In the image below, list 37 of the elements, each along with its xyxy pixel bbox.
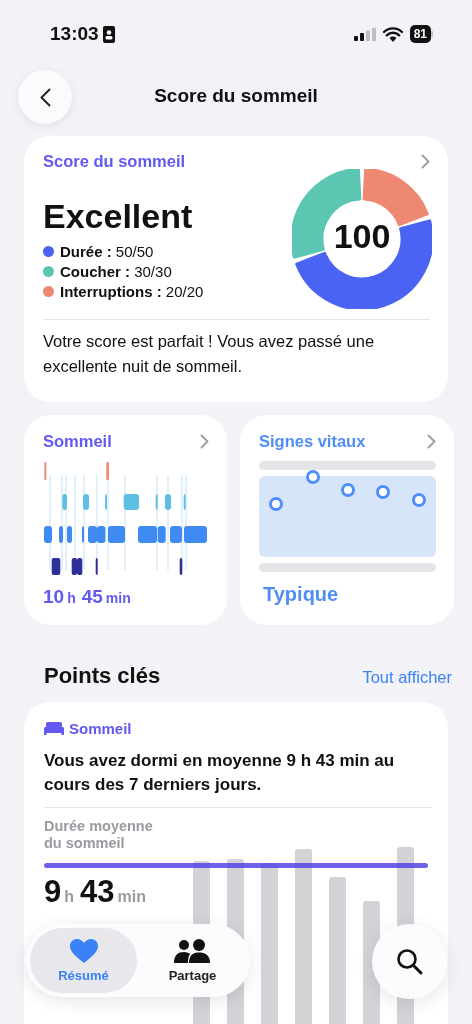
highlight-text: Vous avez dormi en moyenne 9 h 43 min au cours des 7 derniers jours. (44, 750, 396, 796)
signal-icon (353, 27, 376, 41)
heart-icon (69, 938, 98, 964)
chevron-icon (427, 434, 436, 449)
card-title: Score du sommeil (43, 152, 186, 171)
id-card-icon (102, 25, 115, 43)
search-icon (395, 947, 424, 976)
legend-label: Durée : 50/50 (60, 241, 154, 262)
show-all-link[interactable]: Tout afficher (362, 668, 452, 687)
status-time: 13:03 (50, 23, 99, 45)
average-duration: 9 h 43 min (44, 874, 147, 910)
score-rating: Excellent (43, 196, 194, 236)
sleep-card[interactable]: Sommeil 10 h 45 min (24, 415, 227, 625)
tab[interactable]: Résumé (30, 928, 137, 993)
legend-label: Interruptions : 20/20 (60, 281, 204, 302)
category-label: Sommeil (69, 720, 132, 737)
card-title: Sommeil (43, 432, 112, 451)
bed-icon (44, 722, 64, 735)
sleep-duration: 10 h 45 min (43, 586, 132, 608)
section-title: Points clés (44, 663, 161, 689)
card-title: Signes vitaux (259, 432, 366, 451)
vitals-card[interactable]: Signes vitaux Typique (240, 415, 454, 625)
back-icon (39, 87, 51, 107)
score-card[interactable]: Score du sommeil Excellent Durée : 50/50 Coucher : 30/30 Interruptions : 20/20 100 Votre score est parfait ! Vous avez passé une excellente nuit de sommeil. (24, 136, 448, 402)
vitals-status: Typique (263, 583, 340, 606)
score-value: 100 (332, 217, 392, 256)
page-title: Score du sommeil (154, 85, 318, 107)
people-icon (173, 938, 212, 964)
score-description: Votre score est parfait ! Vous avez passé une excellente nuit de sommeil. (43, 331, 376, 377)
legend-label: Coucher : 30/30 (60, 261, 172, 282)
battery-tip-icon (431, 31, 434, 37)
average-label: Durée moyenne du sommeil (44, 818, 154, 852)
battery-level: 81 (409, 25, 431, 43)
tab[interactable]: Partage (139, 928, 246, 993)
chevron-icon (200, 434, 209, 449)
chevron-icon (421, 154, 430, 169)
wifi-icon (382, 26, 403, 42)
